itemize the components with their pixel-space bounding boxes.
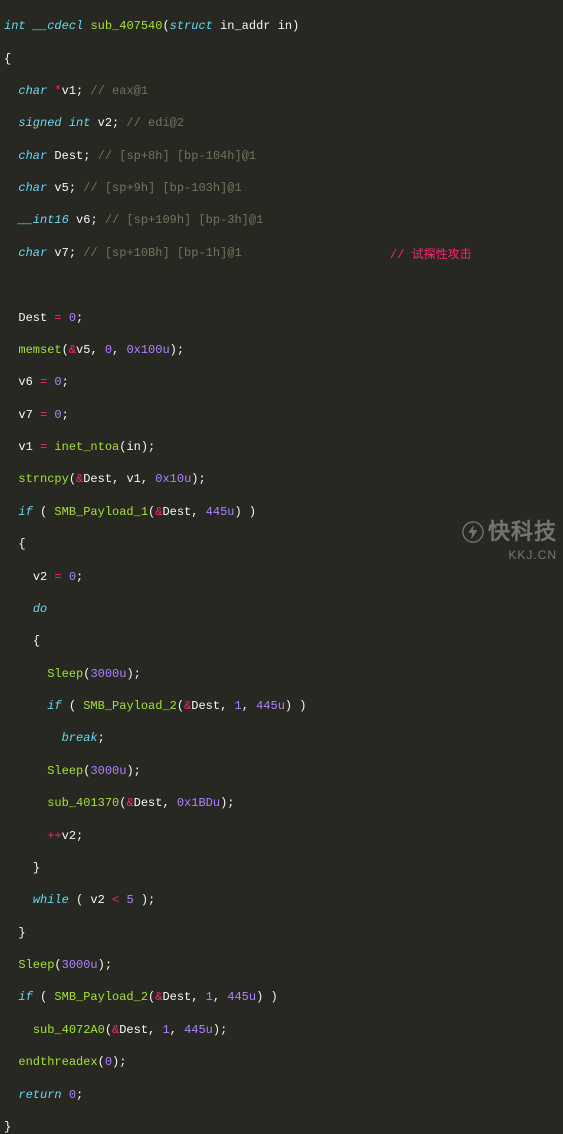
code-line: int __cdecl sub_407540(struct in_addr in…	[4, 18, 563, 34]
code-line: if ( SMB_Payload_2(&Dest, 1, 445u) )	[4, 698, 563, 714]
code-line: break;	[4, 730, 563, 746]
code-line: {	[4, 633, 563, 649]
code-line: Dest = 0;	[4, 310, 563, 326]
code-line: char *v1; // eax@1	[4, 83, 563, 99]
lightning-icon	[462, 521, 484, 543]
code-line: memset(&v5, 0, 0x100u);	[4, 342, 563, 358]
code-line: }	[4, 1119, 563, 1134]
code-line: __int16 v6; // [sp+109h] [bp-3h]@1	[4, 212, 563, 228]
code-line: ++v2;	[4, 828, 563, 844]
code-line: Sleep(3000u);	[4, 763, 563, 779]
code-line: strncpy(&Dest, v1, 0x10u);	[4, 471, 563, 487]
code-line: char v5; // [sp+9h] [bp-103h]@1	[4, 180, 563, 196]
watermark-sub: KKJ.CN	[462, 547, 557, 563]
code-line: sub_4072A0(&Dest, 1, 445u);	[4, 1022, 563, 1038]
code-line: if ( SMB_Payload_2(&Dest, 1, 445u) )	[4, 989, 563, 1005]
code-line: Sleep(3000u);	[4, 957, 563, 973]
watermark: 快科技 KKJ.CN	[462, 517, 557, 563]
code-line: endthreadex(0);	[4, 1054, 563, 1070]
code-line: signed int v2; // edi@2	[4, 115, 563, 131]
code-line: return 0;	[4, 1087, 563, 1103]
code-line: v6 = 0;	[4, 374, 563, 390]
code-line: Sleep(3000u);	[4, 666, 563, 682]
watermark-main: 快科技	[462, 517, 557, 547]
code-line: }	[4, 860, 563, 876]
code-line: do	[4, 601, 563, 617]
code-block: int __cdecl sub_407540(struct in_addr in…	[0, 0, 563, 1134]
code-line: v1 = inet_ntoa(in);	[4, 439, 563, 455]
annotation-comment: // 试探性攻击	[390, 247, 472, 263]
code-line: {	[4, 51, 563, 67]
code-line: while ( v2 < 5 );	[4, 892, 563, 908]
code-line: char v7; // [sp+10Bh] [bp-1h]@1	[4, 245, 563, 261]
code-line: v2 = 0;	[4, 569, 563, 585]
code-line	[4, 277, 563, 293]
code-line: char Dest; // [sp+8h] [bp-104h]@1	[4, 148, 563, 164]
code-line: v7 = 0;	[4, 407, 563, 423]
code-line: }	[4, 925, 563, 941]
code-line: sub_401370(&Dest, 0x1BDu);	[4, 795, 563, 811]
